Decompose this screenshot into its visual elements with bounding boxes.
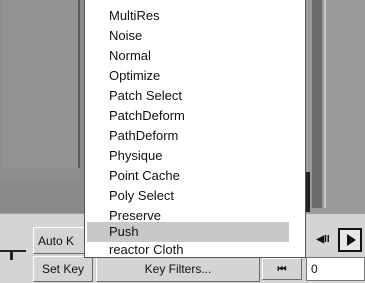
divider	[10, 252, 13, 260]
divider	[306, 172, 310, 212]
list-item[interactable]: Poly Select	[109, 186, 174, 206]
list-item[interactable]: Optimize	[109, 66, 160, 86]
play-button[interactable]	[338, 228, 362, 252]
current-frame-field[interactable]: 0	[306, 257, 365, 281]
list-item[interactable]: Normal	[109, 46, 151, 66]
play-icon	[346, 234, 356, 246]
goto-start-button[interactable]: ⏮	[262, 258, 302, 280]
list-item[interactable]: reactor Cloth	[109, 240, 183, 257]
list-item[interactable]: PatchDeform	[109, 106, 185, 126]
viewport-frame	[2, 0, 80, 168]
set-key-button[interactable]: Set Key	[33, 256, 93, 282]
list-item[interactable]: Point Cache	[109, 166, 180, 186]
key-filters-button[interactable]: Key Filters...	[96, 256, 260, 282]
goto-start-icon: ⏮	[277, 263, 287, 275]
list-item[interactable]: Patch Select	[109, 86, 182, 106]
list-item[interactable]: Noise	[109, 26, 142, 46]
current-frame-value: 0	[311, 262, 318, 276]
auto-key-button[interactable]: Auto K	[33, 227, 85, 254]
list-item-selected[interactable]: Push	[87, 222, 289, 242]
set-key-label: Set Key	[41, 262, 85, 276]
list-item[interactable]: Physique	[109, 146, 162, 166]
list-item[interactable]: PathDeform	[109, 126, 178, 146]
auto-key-label: Auto K	[38, 233, 75, 248]
track-bar-edge	[324, 0, 326, 208]
key-filters-label: Key Filters...	[144, 262, 212, 276]
modifier-list-dropdown[interactable]: MultiRes Noise Normal Optimize Patch Sel…	[84, 0, 306, 258]
previous-frame-icon: ◀II	[316, 233, 330, 245]
previous-frame-button[interactable]: ◀II	[312, 228, 334, 250]
list-item[interactable]: MultiRes	[109, 6, 160, 26]
track-bar	[312, 0, 322, 208]
divider	[0, 250, 26, 252]
